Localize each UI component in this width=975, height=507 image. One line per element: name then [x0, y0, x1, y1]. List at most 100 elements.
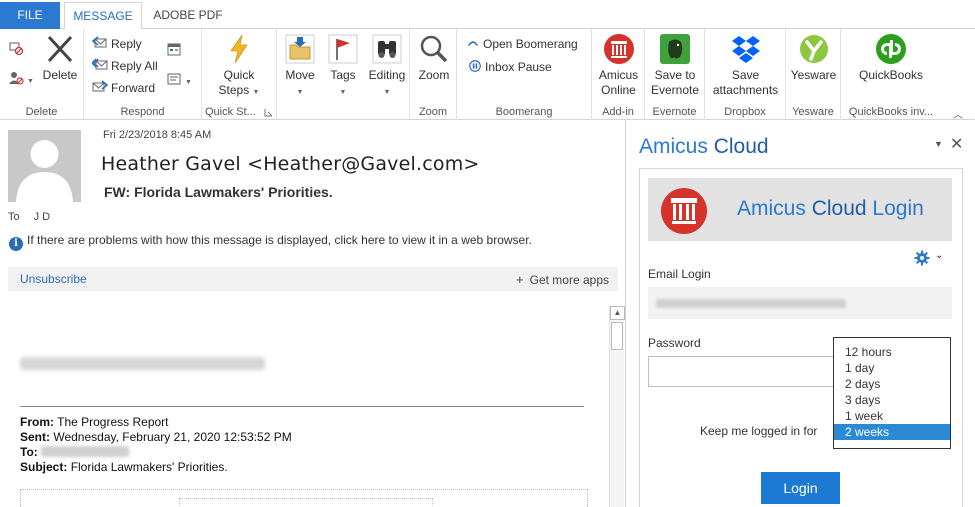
save-attachments-button[interactable]: Save attachments: [709, 33, 782, 98]
binoculars-icon: [372, 34, 402, 64]
gear-icon[interactable]: [914, 250, 930, 266]
yesware-button[interactable]: Yesware: [788, 33, 839, 83]
tab-message[interactable]: MESSAGE: [64, 2, 142, 30]
group-respond: Reply Reply All Forward ▼ Respond: [84, 29, 202, 120]
scroll-thumb[interactable]: [611, 322, 623, 350]
evernote-label-2: Evernote: [650, 83, 700, 97]
move-button[interactable]: Move ▼: [280, 33, 320, 100]
group-zoom: Zoom Zoom: [410, 29, 457, 120]
amicus-cloud-pane: Amicus Cloud ▼ ✕ Amicus Cloud Login ⌄ Em…: [626, 120, 975, 507]
more-respond-icon: [167, 73, 181, 85]
login-head-part3: Login: [872, 197, 924, 220]
tags-button[interactable]: Tags ▼: [323, 33, 363, 100]
forward-button[interactable]: Forward: [92, 79, 155, 97]
option-1-week[interactable]: 1 week: [834, 408, 950, 424]
option-2-days[interactable]: 2 days: [834, 376, 950, 392]
zoom-button[interactable]: Zoom: [413, 33, 455, 83]
recipient-line: To J D: [8, 211, 50, 223]
reply-all-label: Reply All: [111, 59, 158, 73]
more-respond-button[interactable]: ▼: [166, 71, 192, 89]
open-boomerang-button[interactable]: Open Boomerang: [466, 35, 578, 53]
group-evernote: Save to Evernote Evernote: [645, 29, 705, 120]
option-1-day[interactable]: 1 day: [834, 360, 950, 376]
save-to-evernote-button[interactable]: Save to Evernote: [648, 33, 702, 98]
dropbox-icon: [731, 36, 760, 63]
collapse-ribbon-icon[interactable]: ︿: [953, 106, 963, 121]
unsubscribe-link[interactable]: Unsubscribe: [20, 272, 87, 286]
group-move: Move ▼: [277, 29, 321, 120]
vertical-scrollbar[interactable]: ▲: [609, 306, 625, 507]
to-value[interactable]: J D: [34, 211, 51, 223]
ignore-button[interactable]: [8, 40, 27, 58]
group-tags: Tags ▼: [321, 29, 364, 120]
message-subject: FW: Florida Lawmakers' Priorities.: [104, 184, 333, 200]
login-head-part1: Amicus: [737, 197, 806, 220]
quickbooks-label: QuickBooks: [858, 68, 924, 82]
apps-bar: Unsubscribe + Get more apps: [8, 267, 618, 291]
option-2-weeks[interactable]: 2 weeks: [834, 424, 950, 440]
sender-name[interactable]: Heather Gavel <Heather@Gavel.com>: [101, 153, 480, 175]
settings-chevron-down-icon[interactable]: ⌄: [935, 250, 943, 261]
login-header: Amicus Cloud Login: [648, 178, 952, 241]
content-frame-inner: [179, 498, 433, 507]
group-label-quick-steps: Quick St...: [205, 106, 256, 118]
amicus-online-button[interactable]: Amicus Online: [594, 33, 643, 98]
login-head-part2: Cloud: [811, 197, 867, 220]
tab-file[interactable]: FILE: [0, 2, 60, 29]
quick-steps-button[interactable]: Quick Steps ▼: [215, 33, 263, 100]
tab-adobe-pdf[interactable]: ADOBE PDF: [145, 2, 231, 29]
tags-label: Tags: [330, 68, 356, 82]
reply-button[interactable]: Reply: [92, 35, 142, 53]
plus-icon: +: [516, 272, 524, 287]
reply-all-button[interactable]: Reply All: [92, 57, 158, 75]
option-3-days[interactable]: 3 days: [834, 392, 950, 408]
pane-title-part1: Amicus: [639, 135, 708, 158]
group-label-boomerang: Boomerang: [495, 106, 553, 118]
inbox-pause-label: Inbox Pause: [485, 60, 552, 74]
meeting-reply-button[interactable]: [166, 41, 185, 59]
pane-title-part2: Cloud: [713, 135, 769, 158]
group-label-respond: Respond: [120, 106, 165, 118]
group-label-quickbooks: QuickBooks inv...: [848, 106, 934, 118]
info-icon: i: [9, 237, 23, 251]
group-quick-steps: Quick Steps ▼ Quick St...: [202, 29, 277, 120]
divider-line: [20, 406, 584, 407]
junk-button[interactable]: ▼: [8, 70, 34, 88]
quick-steps-label-1: Quick: [223, 68, 255, 82]
close-icon[interactable]: ✕: [950, 134, 963, 154]
login-header-text: Amicus Cloud Login: [737, 197, 924, 221]
sent-value: Wednesday, February 21, 2020 12:53:52 PM: [53, 430, 292, 444]
editing-button[interactable]: Editing ▼: [366, 33, 408, 100]
ribbon: ▼ Delete Delete Reply Reply All Forward …: [0, 29, 975, 121]
email-field[interactable]: [648, 287, 952, 319]
dropbox-label-2: attachments: [712, 83, 779, 97]
pane-title: Amicus Cloud: [639, 135, 769, 159]
group-label-yesware: Yesware: [792, 106, 834, 118]
forwarded-headers: From: The Progress Report Sent: Wednesda…: [20, 415, 292, 475]
inbox-pause-button[interactable]: Inbox Pause: [468, 58, 552, 76]
login-button[interactable]: Login: [761, 472, 840, 504]
email-login-label: Email Login: [648, 267, 711, 281]
delete-button[interactable]: Delete: [40, 33, 80, 83]
group-add-in: Amicus Online Add-in: [592, 29, 645, 120]
get-more-apps-button[interactable]: + Get more apps: [516, 272, 609, 287]
content-frame: [20, 489, 588, 507]
meeting-icon: [167, 43, 181, 56]
group-yesware: Yesware Yesware: [786, 29, 841, 120]
option-12-hours[interactable]: 12 hours: [834, 344, 950, 360]
amicus-online-label-2: Online: [601, 83, 636, 97]
amicus-online-label-1: Amicus: [598, 68, 639, 82]
password-field[interactable]: [648, 356, 848, 387]
message-date: Fri 2/23/2018 8:45 AM: [103, 129, 212, 141]
scroll-up-arrow-icon[interactable]: ▲: [610, 306, 625, 320]
pane-menu-icon[interactable]: ▼: [934, 139, 943, 149]
ignore-icon: [9, 42, 24, 56]
amicus-logo-icon: [603, 34, 634, 64]
group-quickbooks: QuickBooks QuickBooks inv...: [841, 29, 941, 120]
keep-logged-dropdown[interactable]: 12 hours 1 day 2 days 3 days 1 week 2 we…: [833, 337, 951, 449]
dropbox-label-1: Save: [731, 68, 760, 82]
group-editing: Editing ▼: [364, 29, 410, 120]
info-bar[interactable]: i If there are problems with how this mes…: [9, 233, 532, 251]
delete-x-icon: [47, 35, 73, 63]
quickbooks-button[interactable]: QuickBooks: [855, 33, 927, 83]
